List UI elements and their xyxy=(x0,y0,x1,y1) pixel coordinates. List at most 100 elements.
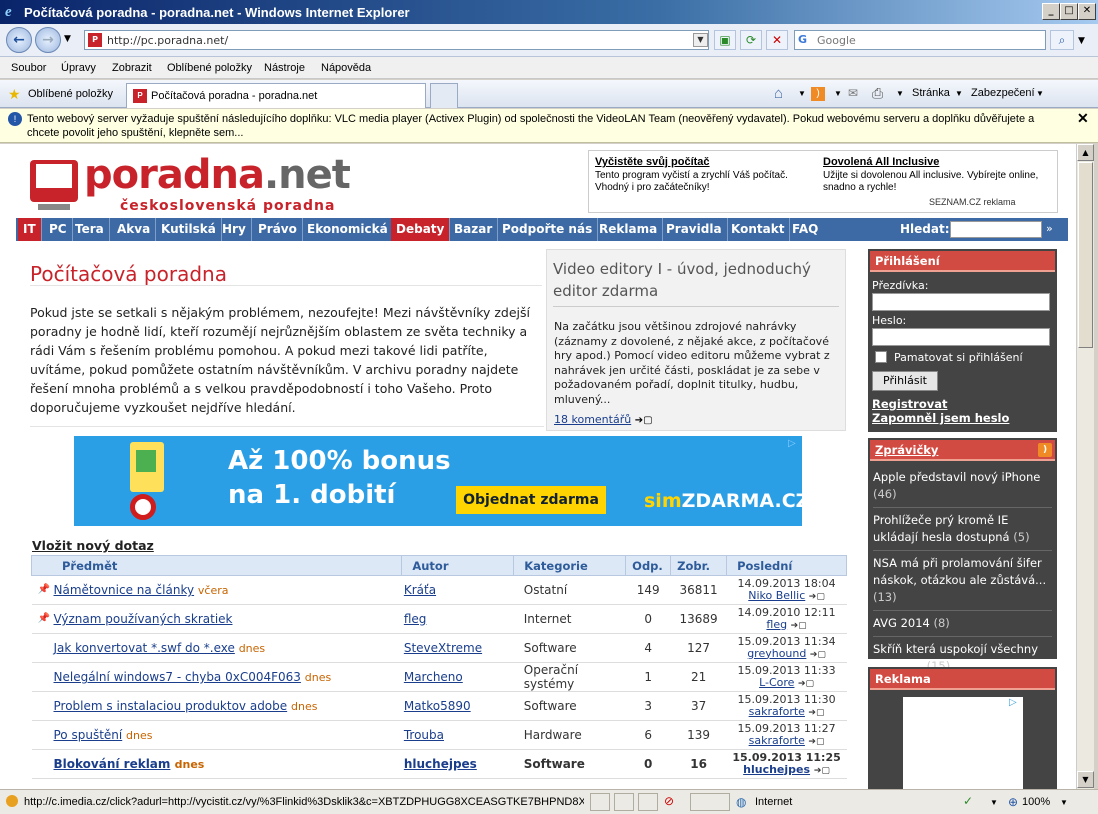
menu-upravy[interactable]: Úpravy xyxy=(61,62,96,74)
information-bar[interactable]: ! Tento webový server vyžaduje spuštění … xyxy=(0,109,1098,143)
protected-dropdown-icon[interactable]: ▼ xyxy=(990,798,998,807)
col-last[interactable]: Poslední xyxy=(726,555,847,576)
menu-napoveda[interactable]: Nápověda xyxy=(321,62,371,74)
rss-icon[interactable]: ) xyxy=(1038,443,1052,457)
nav-tera[interactable]: Tera xyxy=(70,218,110,241)
maximize-button[interactable]: □ xyxy=(1060,3,1078,20)
rss-icon[interactable]: ) xyxy=(811,87,825,101)
stop-button[interactable]: ✕ xyxy=(766,30,788,50)
register-link[interactable]: Registrovat xyxy=(872,397,948,411)
row-last-user[interactable]: Niko Bellic xyxy=(748,589,805,602)
row-subject-link[interactable]: Význam používaných skratiek xyxy=(54,612,233,626)
comments-link[interactable]: 18 komentářů xyxy=(554,413,631,426)
back-button[interactable]: ← xyxy=(6,27,32,53)
nav-bazar[interactable]: Bazar xyxy=(449,218,499,241)
col-author[interactable]: Autor xyxy=(401,555,515,576)
news-item[interactable]: AVG 2014 (8) xyxy=(873,611,1052,637)
row-last-user[interactable]: fleg xyxy=(766,618,787,631)
row-author-link[interactable]: Marcheno xyxy=(404,670,463,684)
row-subject-link[interactable]: Jak konvertovat *.swf do *.exe xyxy=(54,641,235,655)
goto-icon[interactable]: ➔▢ xyxy=(808,708,824,718)
ad-slot[interactable]: ▷ xyxy=(903,697,1023,789)
window-title-bar[interactable]: e Počítačová poradna - poradna.net - Win… xyxy=(0,0,1098,24)
login-button[interactable]: Přihlásit xyxy=(872,371,938,391)
scroll-down-icon[interactable]: ▼ xyxy=(1077,771,1094,788)
rss-dropdown-icon[interactable]: ▼ xyxy=(834,89,842,98)
news-item[interactable]: Prohlížeče prý kromě IE ukládají hesla d… xyxy=(873,508,1052,551)
address-input[interactable]: P http://pc.poradna.net/ ▼ xyxy=(84,30,709,50)
row-subject-link[interactable]: Námětovnice na články xyxy=(54,583,195,597)
nav-pc[interactable]: PC xyxy=(44,218,73,241)
popup-blocked-icon[interactable]: ⊘ xyxy=(664,794,674,808)
goto-icon[interactable]: ➔▢ xyxy=(791,621,807,631)
password-input[interactable] xyxy=(872,328,1050,346)
mail-icon[interactable]: ✉ xyxy=(848,86,858,100)
new-tab-button[interactable] xyxy=(430,83,458,108)
col-category[interactable]: Kategorie xyxy=(513,555,627,576)
page-menu-button[interactable]: Stránka xyxy=(912,87,950,99)
row-subject-link[interactable]: Po spuštění xyxy=(54,728,123,742)
close-button[interactable]: ✕ xyxy=(1078,3,1096,20)
news-title[interactable]: Zprávičky xyxy=(875,443,938,457)
row-author-link[interactable]: SteveXtreme xyxy=(404,641,482,655)
nav-faq[interactable]: FAQ xyxy=(787,218,823,241)
row-last-user[interactable]: L-Core xyxy=(759,676,794,689)
news-text[interactable]: Prohlížeče prý kromě IE ukládají hesla d… xyxy=(873,513,1010,544)
vertical-scrollbar[interactable]: ▲ ▼ xyxy=(1076,144,1094,789)
close-infobar-icon[interactable]: ✕ xyxy=(1077,110,1089,127)
news-text[interactable]: AVG 2014 xyxy=(873,616,930,630)
goto-icon[interactable]: ➔▢ xyxy=(814,766,830,776)
menu-soubor[interactable]: Soubor xyxy=(11,62,46,74)
menu-zobrazit[interactable]: Zobrazit xyxy=(112,62,152,74)
col-replies[interactable]: Odp. xyxy=(625,555,672,576)
nav-kontakt[interactable]: Kontakt xyxy=(726,218,791,241)
ad-left-title[interactable]: Vyčistěte svůj počítač xyxy=(595,156,815,168)
col-subject[interactable]: Předmět xyxy=(30,555,403,576)
print-dropdown-icon[interactable]: ▼ xyxy=(896,89,904,98)
home-dropdown-icon[interactable]: ▼ xyxy=(798,89,806,98)
print-icon[interactable]: ⎙ xyxy=(872,85,883,102)
row-last-user[interactable]: sakraforte xyxy=(749,705,805,718)
row-subject-link[interactable]: Blokování reklam xyxy=(54,757,171,771)
row-last-user[interactable]: greyhound xyxy=(747,647,806,660)
security-menu-button[interactable]: Zabezpečení xyxy=(971,87,1035,99)
col-views[interactable]: Zobr. xyxy=(670,555,728,576)
security-zone[interactable]: Internet xyxy=(755,796,792,808)
menu-nastroje[interactable]: Nástroje xyxy=(264,62,305,74)
ad-right-title[interactable]: Dovolená All Inclusive xyxy=(823,156,1053,168)
search-options-icon[interactable]: ▼ xyxy=(1078,36,1085,46)
nav-ekonomicka[interactable]: Ekonomická xyxy=(302,218,394,241)
nav-pravo[interactable]: Právo xyxy=(253,218,303,241)
nav-pravidla[interactable]: Pravidla xyxy=(661,218,728,241)
news-text[interactable]: NSA má při prolamování šifer náskok, otá… xyxy=(873,556,1046,587)
nav-kutilska[interactable]: Kutilská xyxy=(156,218,222,241)
goto-icon[interactable]: ➔▢ xyxy=(798,679,814,689)
information-bar-text[interactable]: Tento webový server vyžaduje spuštění ná… xyxy=(27,112,1067,140)
row-author-link[interactable]: Kráťa xyxy=(404,583,436,597)
scroll-thumb[interactable] xyxy=(1078,162,1093,348)
goto-icon[interactable]: ➔▢ xyxy=(808,737,824,747)
site-search-button[interactable]: » xyxy=(1046,222,1053,235)
row-author-link[interactable]: fleg xyxy=(404,612,427,626)
sim-banner-ad[interactable]: Až 100% bonus na 1. dobití Objednat zdar… xyxy=(74,436,802,526)
browser-tab[interactable]: P Počítačová poradna - poradna.net xyxy=(126,83,426,108)
add-question-link[interactable]: Vložit nový dotaz xyxy=(32,538,154,553)
scroll-up-icon[interactable]: ▲ xyxy=(1077,144,1094,161)
goto-icon[interactable]: ➔▢ xyxy=(810,650,826,660)
minimize-button[interactable]: _ xyxy=(1042,3,1060,20)
nick-input[interactable] xyxy=(872,293,1050,311)
favorites-button[interactable]: Oblíbené položky xyxy=(28,88,113,100)
goto-icon[interactable]: ➔▢ xyxy=(809,592,825,602)
row-author-link[interactable]: Matko5890 xyxy=(404,699,471,713)
home-icon[interactable]: ⌂ xyxy=(774,85,783,102)
nav-it[interactable]: IT xyxy=(18,218,42,241)
nav-reklama[interactable]: Reklama xyxy=(594,218,664,241)
adchoices-icon[interactable]: ▷ xyxy=(1009,697,1017,708)
row-subject-link[interactable]: Problem s instalaciou produktov adobe xyxy=(54,699,288,713)
news-item[interactable]: NSA má při prolamování šifer náskok, otá… xyxy=(873,551,1052,611)
zoom-level[interactable]: 100% xyxy=(1022,796,1050,808)
forward-button[interactable]: → xyxy=(35,27,61,53)
nav-debaty[interactable]: Debaty xyxy=(391,218,451,241)
remember-checkbox[interactable] xyxy=(875,351,887,363)
address-dropdown-icon[interactable]: ▼ xyxy=(693,33,708,47)
